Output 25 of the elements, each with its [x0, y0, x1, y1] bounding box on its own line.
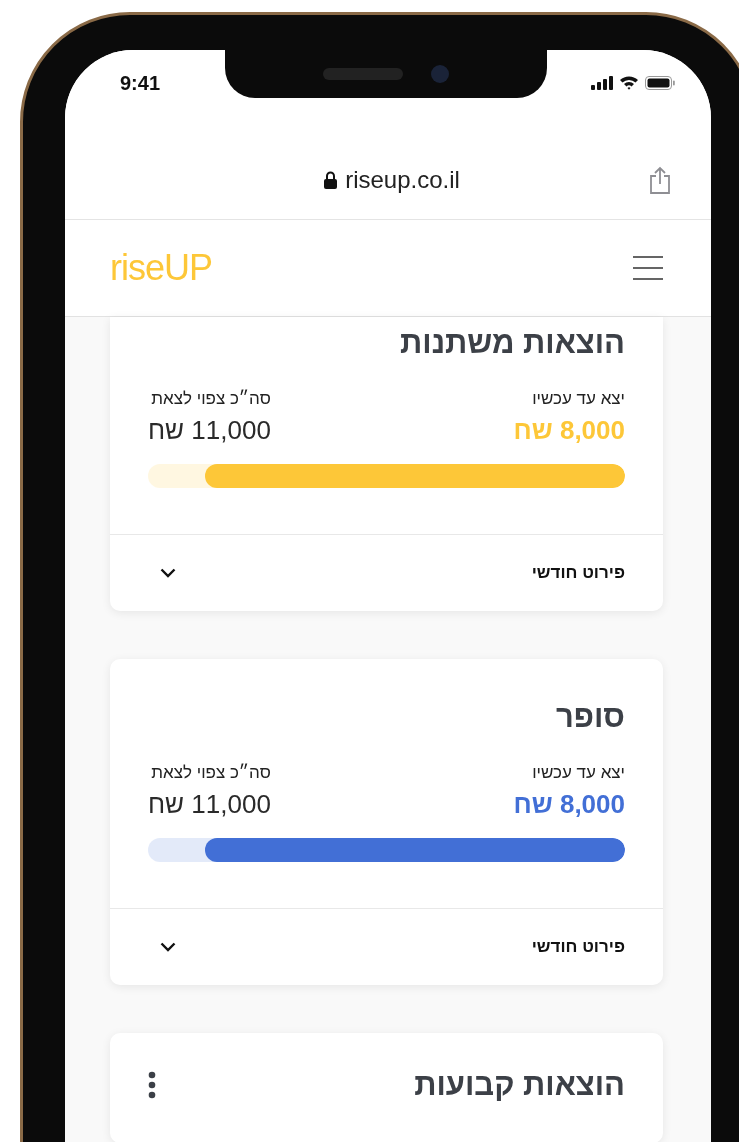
total-amount: 11,000 שח: [148, 415, 271, 446]
card-title: סופר: [554, 699, 625, 735]
share-icon[interactable]: [649, 166, 671, 194]
total-label: סה״כ צפוי לצאת: [150, 389, 271, 409]
monthly-breakdown-toggle[interactable]: פירוט חודשי: [110, 908, 663, 985]
more-icon[interactable]: [148, 1071, 156, 1099]
wifi-icon: [619, 75, 639, 90]
total-amount: 11,000 שח: [148, 789, 271, 820]
spent-label: יצא עד עכשיו: [531, 389, 625, 409]
spent-amount: 8,000 שח: [513, 415, 625, 446]
spent-label: יצא עד עכשיו: [531, 763, 625, 783]
signal-icon: [591, 75, 613, 90]
status-time: 9:41: [120, 72, 161, 95]
chevron-icon: [160, 568, 176, 578]
card-title: הוצאות משתנות: [399, 325, 625, 361]
menu-icon[interactable]: [633, 256, 663, 280]
chevron-icon: [160, 942, 176, 952]
monthly-breakdown-toggle[interactable]: פירוט חודשי: [110, 534, 663, 611]
total-label: סה״כ צפוי לצאת: [150, 763, 271, 783]
battery-icon: [645, 75, 675, 90]
url-text: riseup.co.il: [345, 165, 460, 194]
lock-icon: [324, 170, 338, 189]
address-bar[interactable]: riseup.co.il: [65, 140, 711, 220]
card-title: הוצאות קבועות: [414, 1067, 625, 1103]
spent-amount: 8,000 שח: [513, 789, 625, 820]
